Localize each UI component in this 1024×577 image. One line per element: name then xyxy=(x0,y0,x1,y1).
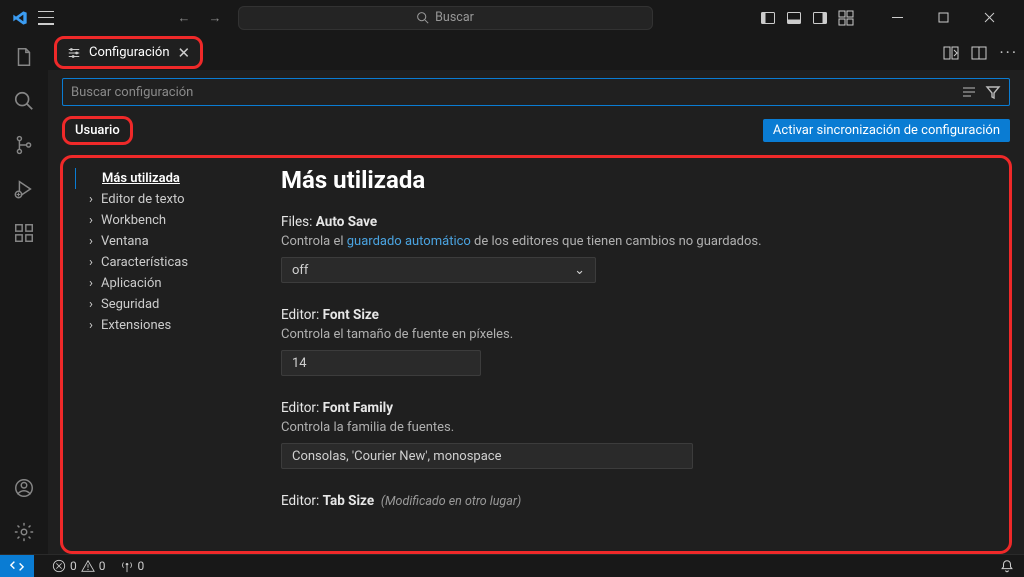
editor-tab-bar: Configuración ✕ ··· xyxy=(48,35,1024,70)
tree-item-seguridad[interactable]: ›Seguridad xyxy=(75,294,275,315)
setting-title: Editor: Font Size xyxy=(281,307,989,323)
tab-close-icon[interactable]: ✕ xyxy=(178,44,191,62)
setting-title: Editor: Font Family xyxy=(281,400,989,416)
remote-indicator[interactable] xyxy=(0,555,34,577)
modified-indicator: (Modificado en otro lugar) xyxy=(381,494,521,509)
window-close-button[interactable] xyxy=(966,0,1012,35)
more-actions-icon[interactable]: ··· xyxy=(999,43,1018,62)
layout-bottom-icon[interactable] xyxy=(786,10,802,26)
settings-content: Más utilizada Files: Auto Save Controla … xyxy=(275,166,1005,551)
activity-bar xyxy=(0,35,48,554)
clear-search-icon[interactable] xyxy=(961,84,977,100)
section-heading: Más utilizada xyxy=(281,166,989,194)
setting-editor-fontfamily: Editor: Font Family Controla la familia … xyxy=(281,400,989,469)
command-center-search[interactable]: Buscar xyxy=(238,6,653,30)
activity-accounts-icon[interactable] xyxy=(12,476,36,500)
auto-save-link[interactable]: guardado automático xyxy=(347,234,471,249)
settings-tree: Más utilizada ›Editor de texto ›Workbenc… xyxy=(75,166,275,551)
tree-item-caracteristicas[interactable]: ›Características xyxy=(75,252,275,273)
tree-item-ventana[interactable]: ›Ventana xyxy=(75,231,275,252)
enable-settings-sync-button[interactable]: Activar sincronización de configuración xyxy=(763,119,1010,142)
layout-left-icon[interactable] xyxy=(760,10,776,26)
status-problems[interactable]: 0 0 xyxy=(52,559,106,573)
window-maximize-button[interactable] xyxy=(920,0,966,35)
status-notifications[interactable] xyxy=(1000,559,1014,573)
tree-item-most-used[interactable]: Más utilizada xyxy=(75,168,275,189)
editor-area: Configuración ✕ ··· Usuario Activar si xyxy=(48,35,1024,554)
activity-source-control-icon[interactable] xyxy=(12,133,36,157)
setting-description: Controla el guardado automático de los e… xyxy=(281,234,989,249)
settings-scope-row: Usuario Activar sincronización de config… xyxy=(48,112,1024,151)
fontfamily-input[interactable]: Consolas, 'Courier New', monospace xyxy=(281,443,693,469)
setting-description: Controla la familia de fuentes. xyxy=(281,420,989,435)
error-icon xyxy=(52,559,66,573)
settings-sliders-icon xyxy=(67,46,81,60)
setting-description: Controla el tamaño de fuente en píxeles. xyxy=(281,327,989,342)
nav-back-icon[interactable]: ← xyxy=(178,10,191,26)
vscode-logo-icon xyxy=(12,10,28,26)
activity-debug-icon[interactable] xyxy=(12,177,36,201)
search-icon xyxy=(416,11,429,24)
radio-tower-icon xyxy=(120,559,134,573)
activity-explorer-icon[interactable] xyxy=(12,45,36,69)
title-bar: ← → Buscar xyxy=(0,0,1024,35)
layout-customize-icon[interactable] xyxy=(838,10,854,26)
tab-label: Configuración xyxy=(89,45,170,60)
settings-search-input[interactable] xyxy=(71,85,961,100)
chevron-down-icon: ⌄ xyxy=(574,263,585,278)
nav-forward-icon[interactable]: → xyxy=(209,10,222,26)
setting-editor-fontsize: Editor: Font Size Controla el tamaño de … xyxy=(281,307,989,376)
open-to-side-icon[interactable] xyxy=(943,45,959,61)
settings-body-frame: Más utilizada ›Editor de texto ›Workbenc… xyxy=(60,155,1012,554)
scope-tab-user[interactable]: Usuario xyxy=(62,116,133,145)
filter-icon[interactable] xyxy=(985,84,1001,100)
setting-editor-tabsize: Editor: Tab Size (Modificado en otro lug… xyxy=(281,493,989,509)
activity-extensions-icon[interactable] xyxy=(12,221,36,245)
activity-search-icon[interactable] xyxy=(12,89,36,113)
menu-hamburger-icon[interactable] xyxy=(38,11,54,25)
status-bar: 0 0 0 xyxy=(0,554,1024,576)
setting-title: Editor: Tab Size (Modificado en otro lug… xyxy=(281,493,989,509)
tree-item-editor-texto[interactable]: ›Editor de texto xyxy=(75,189,275,210)
split-editor-icon[interactable] xyxy=(971,45,987,61)
bell-icon xyxy=(1000,559,1014,573)
command-center-placeholder: Buscar xyxy=(435,10,474,25)
settings-search-box[interactable] xyxy=(62,78,1010,106)
fontsize-input[interactable]: 14 xyxy=(281,350,481,376)
window-minimize-button[interactable] xyxy=(874,0,920,35)
autosave-select[interactable]: off⌄ xyxy=(281,257,596,283)
status-ports[interactable]: 0 xyxy=(120,559,145,573)
tree-item-extensiones[interactable]: ›Extensiones xyxy=(75,315,275,336)
nav-arrows: ← → xyxy=(178,10,222,26)
layout-right-icon[interactable] xyxy=(812,10,828,26)
tree-item-workbench[interactable]: ›Workbench xyxy=(75,210,275,231)
warning-icon xyxy=(81,559,95,573)
tree-item-aplicacion[interactable]: ›Aplicación xyxy=(75,273,275,294)
activity-settings-gear-icon[interactable] xyxy=(12,520,36,544)
setting-files-autosave: Files: Auto Save Controla el guardado au… xyxy=(281,214,989,283)
tab-settings[interactable]: Configuración ✕ xyxy=(54,36,203,69)
setting-title: Files: Auto Save xyxy=(281,214,989,230)
